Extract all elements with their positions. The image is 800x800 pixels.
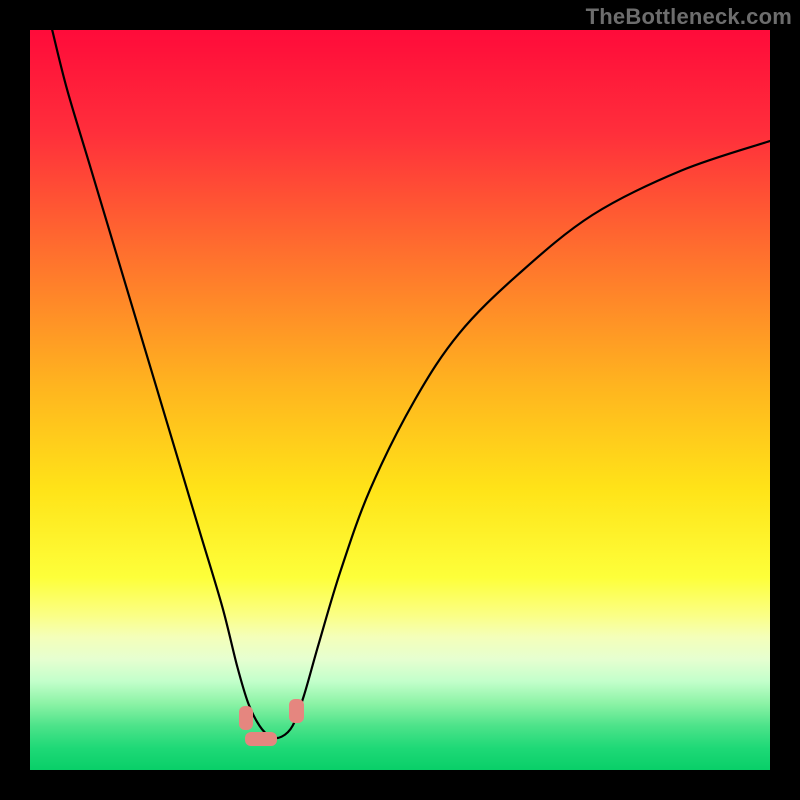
watermark-text: TheBottleneck.com <box>586 4 792 30</box>
bottleneck-curve <box>52 30 770 738</box>
marker-right <box>289 699 304 723</box>
plot-area <box>30 30 770 770</box>
marker-left <box>239 706 254 730</box>
chart-stage: TheBottleneck.com <box>0 0 800 800</box>
curve-layer <box>30 30 770 770</box>
marker-floor <box>245 732 277 747</box>
